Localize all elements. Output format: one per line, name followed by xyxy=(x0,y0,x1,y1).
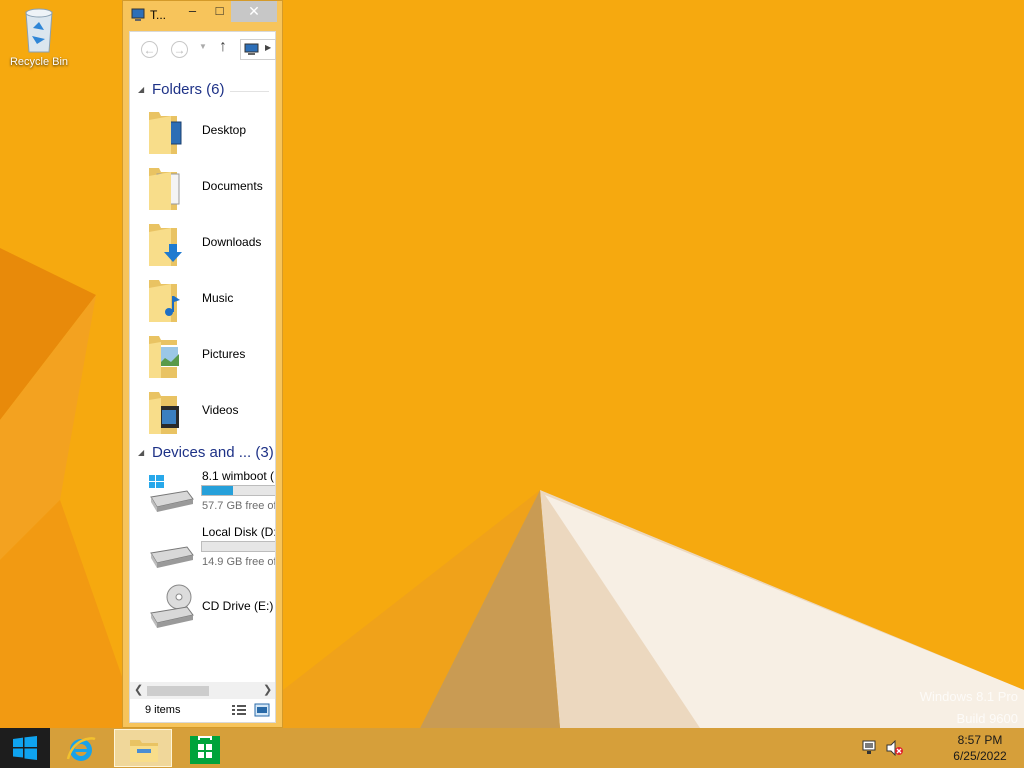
file-explorer-window[interactable]: T... – □ ✕ ← → ▼ ↑ ▶ ◢ Folders (6) Deskt… xyxy=(122,0,283,728)
folder-label: Documents xyxy=(202,179,263,193)
folder-label: Pictures xyxy=(202,347,246,361)
drive-local-disk-d[interactable]: Local Disk (D:) 14.9 GB free of xyxy=(130,525,275,581)
details-view-icon[interactable] xyxy=(231,703,247,717)
this-pc-title-icon xyxy=(131,8,145,21)
this-pc-icon xyxy=(244,43,259,55)
taskbar-file-explorer[interactable] xyxy=(114,729,172,767)
close-button[interactable]: ✕ xyxy=(231,1,277,22)
pictures-folder-icon xyxy=(149,336,180,378)
tiles-view-icon[interactable] xyxy=(254,703,270,717)
devices-group-title: Devices and ... (3) xyxy=(152,444,274,461)
minimize-icon: – xyxy=(188,3,197,18)
watermark-build: Build 9600 xyxy=(956,711,1018,726)
volume-muted-icon[interactable] xyxy=(886,740,904,756)
window-titlebar[interactable]: T... – □ ✕ xyxy=(123,1,282,28)
internet-explorer-icon xyxy=(66,737,96,761)
back-arrow-icon: ← xyxy=(143,43,156,57)
folder-pictures[interactable]: Pictures xyxy=(130,328,275,384)
file-list: ◢ Folders (6) Desktop Documents Download… xyxy=(130,70,275,682)
up-arrow-icon: ↑ xyxy=(219,38,227,55)
drive-label: 8.1 wimboot ( xyxy=(202,469,275,483)
maximize-button[interactable]: □ xyxy=(206,1,233,22)
folders-group-header[interactable]: ◢ Folders (6) xyxy=(130,78,275,102)
system-drive-icon xyxy=(149,475,194,512)
drive-free-space: 57.7 GB free of xyxy=(202,500,275,512)
scrollbar-thumb[interactable] xyxy=(147,686,209,696)
close-icon: ✕ xyxy=(248,3,260,19)
folder-desktop[interactable]: Desktop xyxy=(130,104,275,160)
taskbar-internet-explorer[interactable] xyxy=(52,729,110,767)
drive-free-space: 14.9 GB free of xyxy=(202,556,275,568)
watermark-edition: Windows 8.1 Pro xyxy=(919,689,1018,704)
drive-system[interactable]: 8.1 wimboot ( 57.7 GB free of xyxy=(130,469,275,525)
folders-group-title: Folders (6) xyxy=(152,81,225,98)
windows-watermark: Windows 8.1 Pro Build 9600 xyxy=(920,686,1018,730)
folder-videos[interactable]: Videos xyxy=(130,384,275,440)
recycle-bin[interactable]: Recycle Bin xyxy=(6,6,72,68)
taskbar-store[interactable] xyxy=(176,729,234,767)
drive-label: CD Drive (E:) xyxy=(202,599,274,613)
breadcrumb-arrow-icon[interactable]: ▶ xyxy=(265,43,271,52)
drive-usage-bar xyxy=(201,485,275,496)
downloads-folder-icon xyxy=(149,224,182,266)
drive-label: Local Disk (D:) xyxy=(202,525,275,539)
horizontal-scrollbar[interactable]: ❮ ❯ xyxy=(130,682,275,699)
maximize-icon: □ xyxy=(215,3,224,18)
folder-label: Videos xyxy=(202,403,239,417)
item-count: 9 items xyxy=(145,704,181,716)
drive-cd-e[interactable]: CD Drive (E:) xyxy=(130,581,275,637)
taskbar: 8:57 PM 6/25/2022 xyxy=(0,728,1024,768)
collapse-arrow-icon: ◢ xyxy=(138,85,145,94)
drive-usage-fill xyxy=(202,486,234,495)
drive-usage-bar xyxy=(201,541,275,552)
status-bar: 9 items xyxy=(130,700,275,722)
cd-drive-icon xyxy=(150,584,194,628)
up-button[interactable]: ↑ xyxy=(219,38,227,56)
recent-locations-dropdown[interactable]: ▼ xyxy=(199,42,207,51)
folder-label: Desktop xyxy=(202,123,247,137)
back-button[interactable]: ← xyxy=(141,41,158,58)
devices-group-header[interactable]: ◢ Devices and ... (3) xyxy=(130,441,275,465)
videos-folder-icon xyxy=(149,392,179,434)
start-button[interactable] xyxy=(0,728,50,768)
forward-button[interactable]: → xyxy=(171,41,188,58)
scroll-left-icon[interactable]: ❮ xyxy=(134,683,143,696)
file-explorer-icon xyxy=(130,740,158,762)
recycle-bin-icon xyxy=(25,8,53,53)
music-folder-icon xyxy=(149,280,180,322)
forward-arrow-icon: → xyxy=(173,43,186,57)
network-icon[interactable] xyxy=(862,740,880,756)
scroll-right-icon[interactable]: ❯ xyxy=(263,683,272,696)
address-bar[interactable]: ▶ xyxy=(240,39,276,60)
group-divider xyxy=(230,91,269,92)
folder-label: Downloads xyxy=(202,235,262,249)
clock-time: 8:57 PM xyxy=(957,733,1003,747)
windows-logo-icon xyxy=(13,736,37,760)
explorer-body: ← → ▼ ↑ ▶ ◢ Folders (6) Desktop Document… xyxy=(129,31,276,723)
clock-date: 6/25/2022 xyxy=(953,749,1007,763)
folder-music[interactable]: Music xyxy=(130,272,275,328)
minimize-button[interactable]: – xyxy=(179,1,206,22)
folder-downloads[interactable]: Downloads xyxy=(130,216,275,272)
desktop-folder-icon xyxy=(149,112,182,154)
store-icon xyxy=(190,736,220,764)
window-title: T... xyxy=(150,8,167,22)
system-clock[interactable]: 8:57 PM 6/25/2022 xyxy=(940,732,1020,764)
folder-label: Music xyxy=(202,291,234,305)
folder-documents[interactable]: Documents xyxy=(130,160,275,216)
collapse-arrow-icon: ◢ xyxy=(138,448,145,457)
hard-drive-icon xyxy=(150,546,194,568)
navigation-bar: ← → ▼ ↑ ▶ xyxy=(130,32,276,66)
documents-folder-icon xyxy=(149,168,180,210)
recycle-bin-label: Recycle Bin xyxy=(9,56,69,68)
